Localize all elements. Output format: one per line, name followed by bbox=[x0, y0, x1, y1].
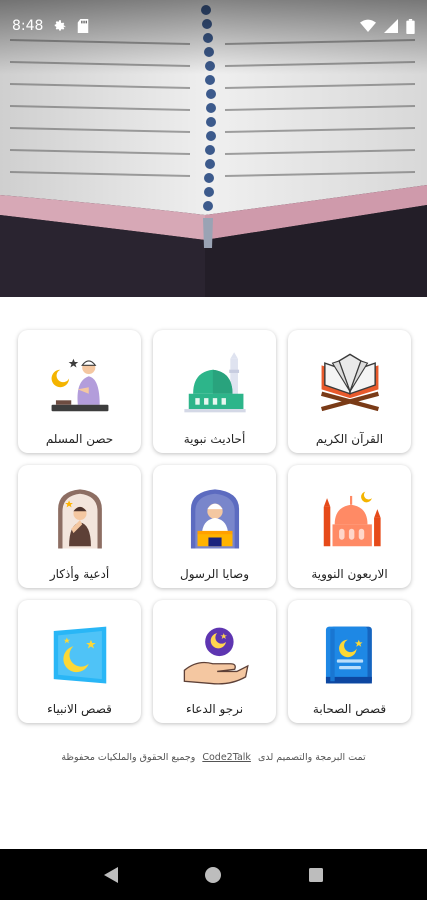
card-label: قصص الصحابة bbox=[312, 702, 387, 716]
card-forty-nawawi[interactable]: الاربعون النووية bbox=[288, 465, 411, 588]
card-quran[interactable]: القرآن الكريم bbox=[288, 330, 411, 453]
sd-card-icon bbox=[78, 19, 89, 33]
quran-book-icon bbox=[320, 353, 379, 412]
card-request-dua[interactable]: نرجو الدعاء bbox=[153, 600, 276, 723]
recents-square-icon bbox=[308, 867, 323, 882]
card-hadith[interactable]: أحاديث نبوية bbox=[153, 330, 276, 453]
card-label: أحاديث نبوية bbox=[183, 432, 246, 446]
system-nav-bar bbox=[0, 849, 427, 900]
mosque-icon bbox=[183, 352, 246, 413]
footer-prefix: تمت البرمجة والتصميم لدى bbox=[257, 752, 366, 763]
dua-man-icon bbox=[57, 489, 102, 549]
card-label: أدعية وأذكار bbox=[49, 567, 110, 581]
copyright-footer: تمت البرمجة والتصميم لدى Code2Talk وجميع… bbox=[0, 752, 427, 763]
wifi-icon bbox=[360, 19, 376, 32]
recents-button[interactable] bbox=[296, 855, 336, 895]
card-label: حصن المسلم bbox=[45, 432, 114, 446]
cell-signal-icon bbox=[384, 19, 398, 33]
card-duas[interactable]: أدعية وأذكار bbox=[18, 465, 141, 588]
card-label: قصص الانبياء bbox=[47, 702, 112, 716]
storybook-icon bbox=[325, 626, 372, 684]
developer-link[interactable]: Code2Talk bbox=[202, 752, 251, 763]
card-label: القرآن الكريم bbox=[315, 432, 384, 446]
hand-moon-icon bbox=[183, 627, 249, 685]
card-label: الاربعون النووية bbox=[311, 567, 388, 581]
sections-grid: القرآن الكريم أحاديث نبوية حصن المسلم ال… bbox=[17, 330, 411, 723]
status-time: 8:48 bbox=[12, 18, 44, 34]
card-prophet-stories[interactable]: قصص الانبياء bbox=[18, 600, 141, 723]
card-label: نرجو الدعاء bbox=[185, 702, 244, 716]
battery-icon bbox=[406, 18, 415, 34]
home-circle-icon bbox=[205, 866, 222, 883]
settings-gear-icon bbox=[55, 20, 66, 31]
praying-man-icon bbox=[51, 358, 108, 412]
back-button[interactable] bbox=[91, 855, 131, 895]
preacher-icon bbox=[190, 489, 239, 549]
card-hisn-muslim[interactable]: حصن المسلم bbox=[18, 330, 141, 453]
moon-card-icon bbox=[53, 626, 106, 684]
card-companion-stories[interactable]: قصص الصحابة bbox=[288, 600, 411, 723]
home-button[interactable] bbox=[193, 855, 233, 895]
card-label: وصايا الرسول bbox=[179, 567, 250, 581]
status-bar: 8:48 bbox=[0, 0, 427, 52]
footer-suffix: وجميع الحقوق والملكيات محفوظة bbox=[61, 752, 196, 763]
back-triangle-icon bbox=[104, 866, 119, 883]
mosque-domes-icon bbox=[323, 491, 381, 547]
card-prophet-advice[interactable]: وصايا الرسول bbox=[153, 465, 276, 588]
